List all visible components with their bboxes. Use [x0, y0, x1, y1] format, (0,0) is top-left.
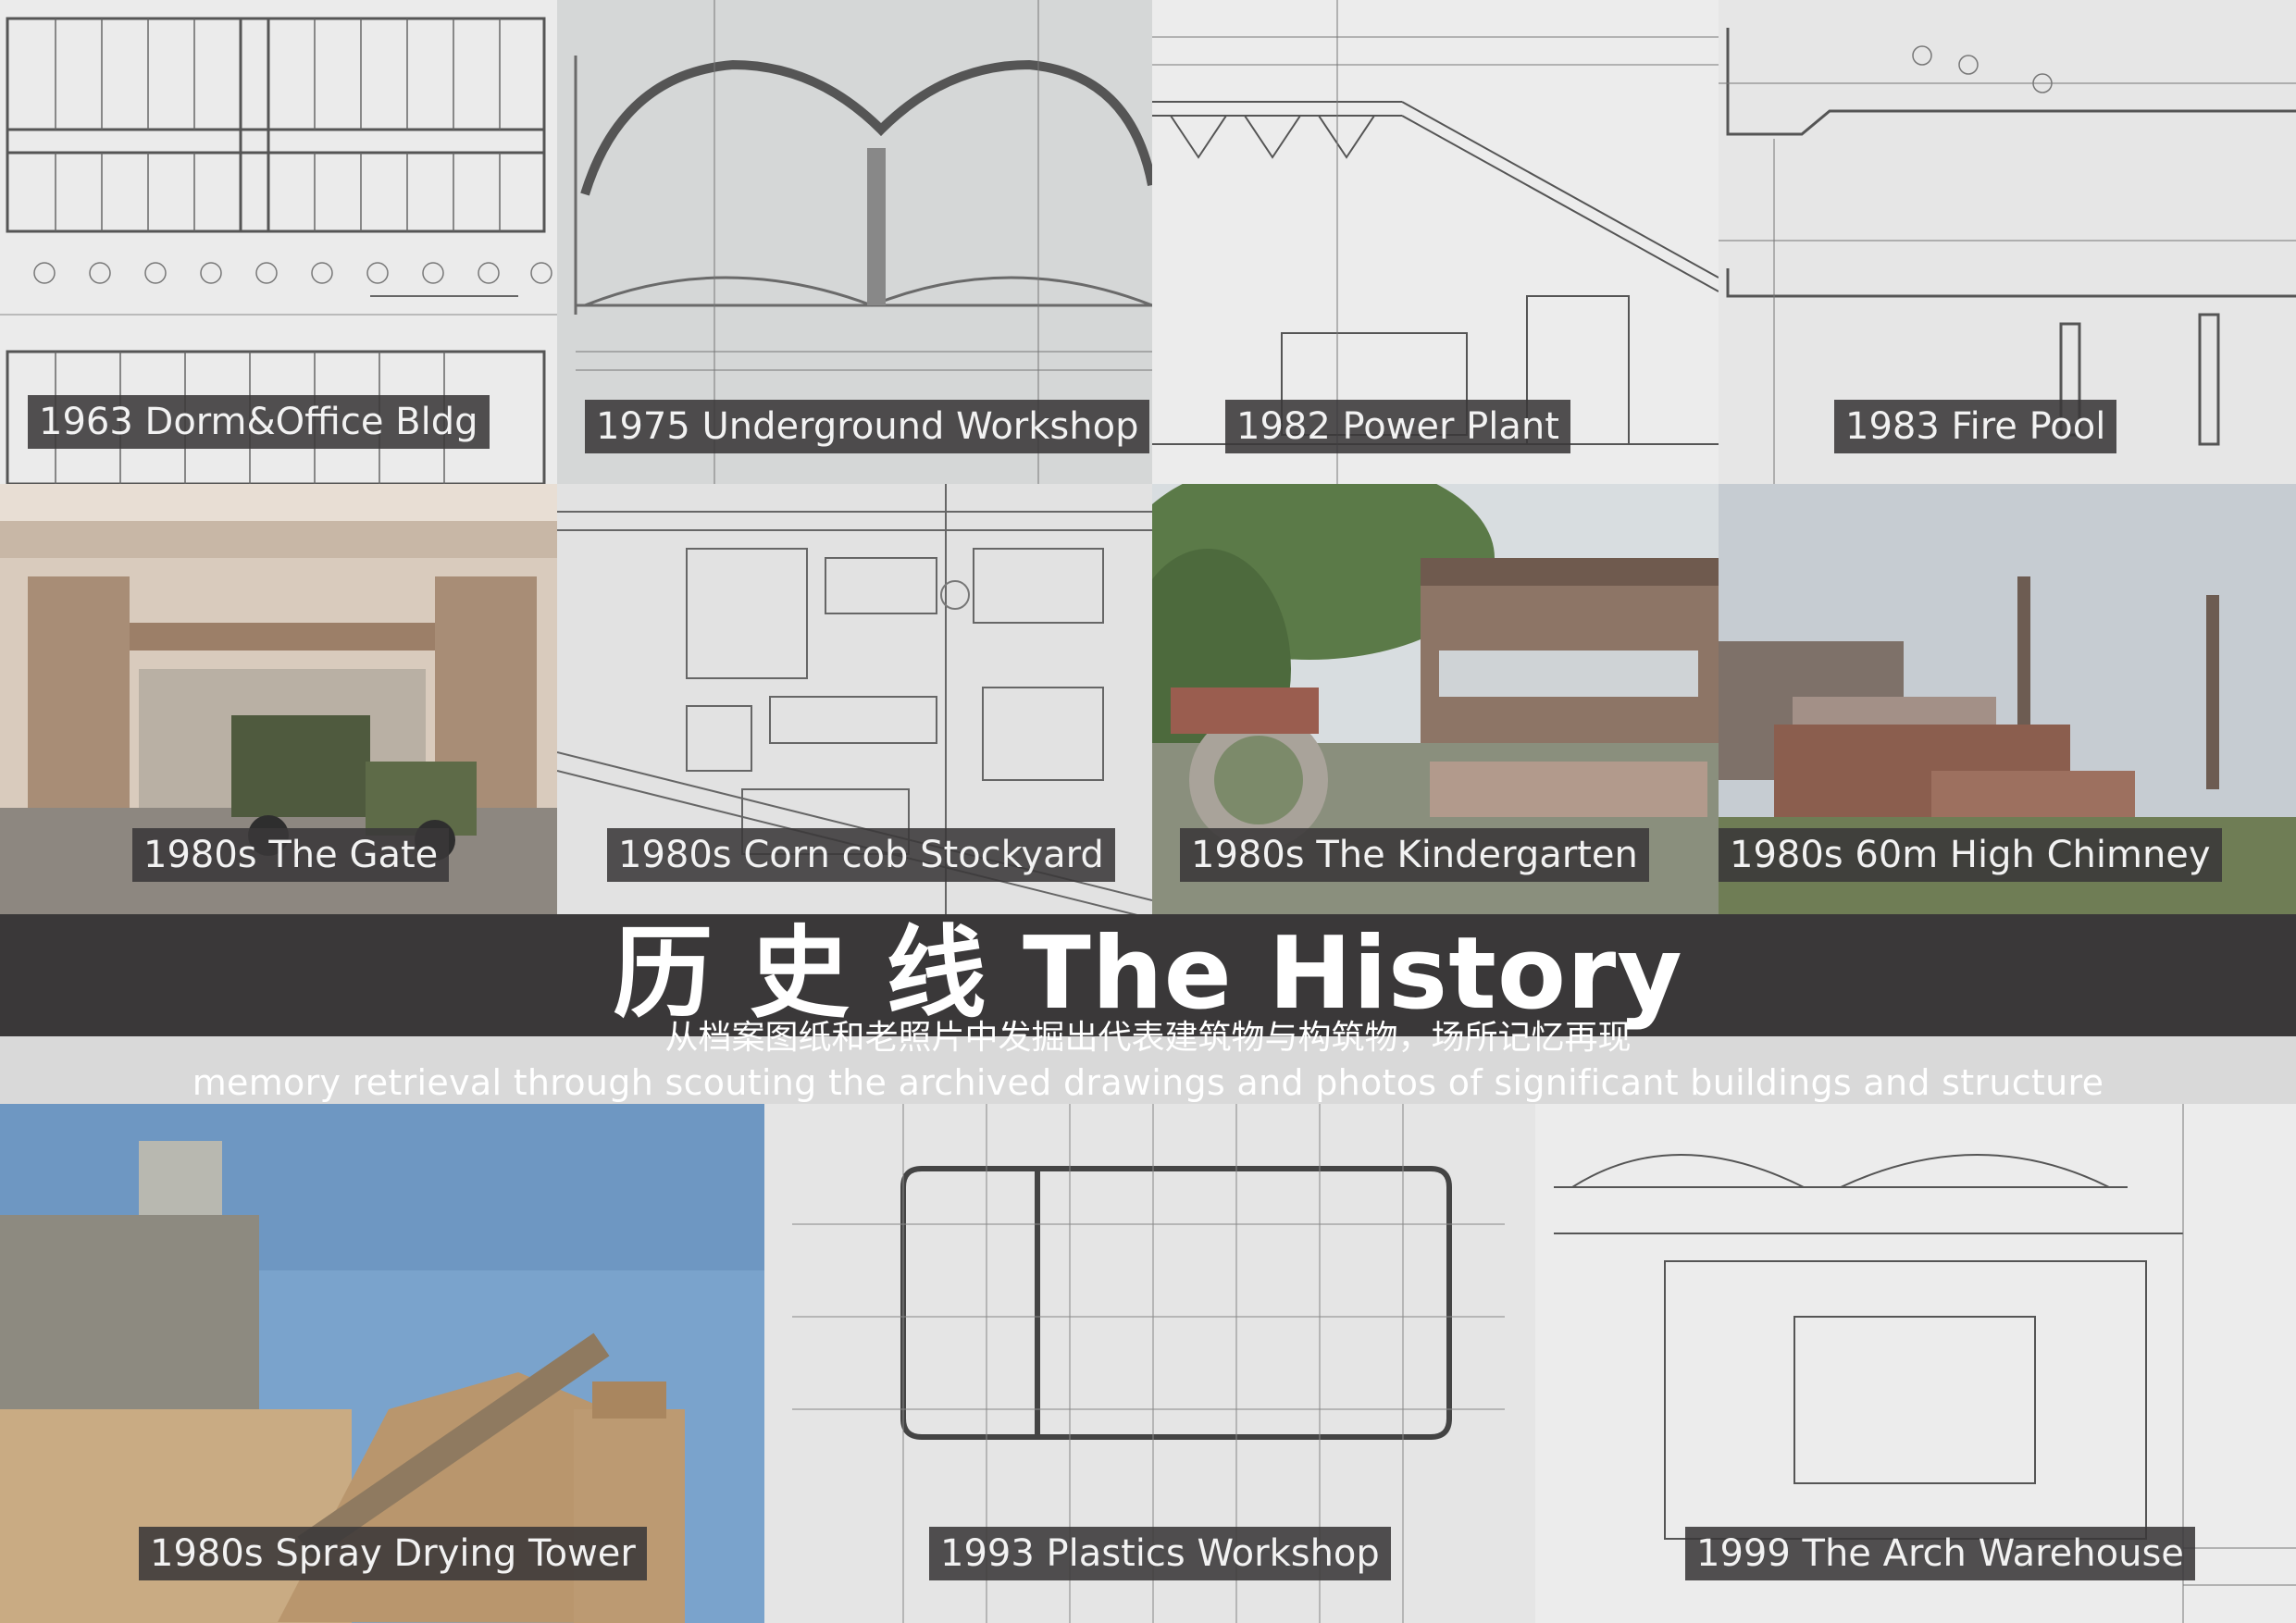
tile-caption: 1993 Plastics Workshop	[929, 1527, 1391, 1580]
subtitle-english: memory retrieval through scouting the ar…	[192, 1062, 2104, 1103]
tile-caption: 1980s The Kindergarten	[1180, 828, 1649, 882]
tile-fire-pool-drawing: 1983 Fire Pool	[1719, 0, 2296, 484]
tile-caption: 1980s The Gate	[132, 828, 450, 882]
subtitle-chinese: 从档案图纸和老照片中发掘出代表建筑物与构筑物，场所记忆再现	[664, 1019, 1632, 1057]
page-title: 历 史 线 The History	[613, 916, 1683, 1032]
tile-caption: 1980s 60m High Chimney	[1719, 828, 2222, 882]
tile-stockyard-siteplan: 1980s Corn cob Stockyard	[557, 484, 1152, 914]
tile-caption: 1980s Corn cob Stockyard	[607, 828, 1115, 882]
tile-chimney-photo: 1980s 60m High Chimney	[1719, 484, 2296, 914]
tile-caption: 1963 Dorm&Office Bldg	[28, 395, 490, 449]
tile-caption: 1980s Spray Drying Tower	[139, 1527, 647, 1580]
tile-caption: 1999 The Arch Warehouse	[1685, 1527, 2195, 1580]
tile-gate-photo: 1980s The Gate	[0, 484, 557, 914]
tile-arch-warehouse-drawing: 1999 The Arch Warehouse	[1535, 1104, 2296, 1623]
tile-caption: 1983 Fire Pool	[1834, 400, 2117, 453]
tile-caption: 1975 Underground Workshop	[585, 400, 1150, 453]
tile-kindergarten-photo: 1980s The Kindergarten	[1152, 484, 1719, 914]
tile-spray-tower-photo: 1980s Spray Drying Tower	[0, 1104, 764, 1623]
tile-caption: 1982 Power Plant	[1225, 400, 1570, 453]
tile-plastics-workshop-drawing: 1993 Plastics Workshop	[764, 1104, 1535, 1623]
tile-underground-workshop-drawing: 1975 Underground Workshop	[557, 0, 1152, 484]
tile-dorm-office-drawing: 1963 Dorm&Office Bldg	[0, 0, 557, 484]
tile-power-plant-drawing: 1982 Power Plant	[1152, 0, 1719, 484]
